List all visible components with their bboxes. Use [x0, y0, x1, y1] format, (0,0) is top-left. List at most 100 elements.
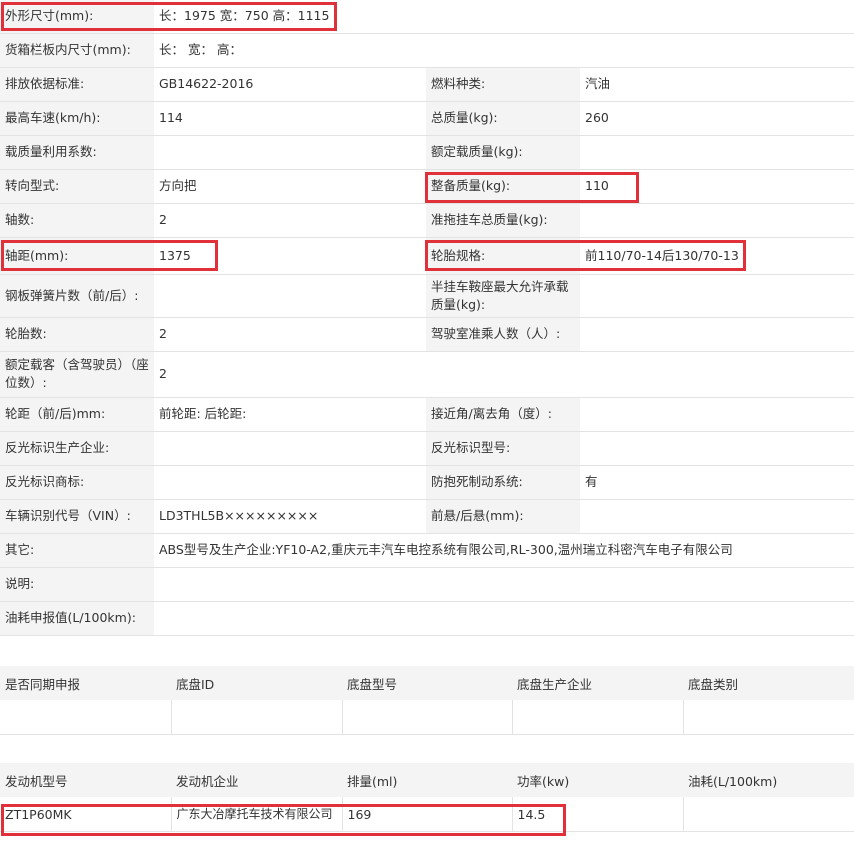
displacement-header: 排量(ml) — [342, 763, 512, 797]
abs-label: 防抱死制动系统: — [426, 465, 580, 500]
engine-table: 发动机型号 发动机企业 排量(ml) 功率(kw) 油耗(L/100km) ZT… — [0, 763, 854, 832]
approach-angle-value — [580, 397, 854, 432]
abs-value: 有 — [580, 465, 854, 500]
dimensions-value: 长：1975 宽：750 高：1115 — [154, 0, 854, 34]
approach-angle-label: 接近角/离去角（度）: — [426, 397, 580, 432]
chassis-id-header: 底盘ID — [171, 666, 342, 700]
cargo-box-value: 长： 宽： 高： — [154, 33, 854, 68]
chassis-same-period-header: 是否同期申报 — [0, 666, 171, 700]
track-width-value: 前轮距: 后轮距: — [154, 397, 426, 432]
spec-row-reflector-maker: 反光标识生产企业: 反光标识型号: — [0, 431, 854, 466]
cargo-box-label: 货箱栏板内尺寸(mm): — [0, 33, 154, 68]
spec-row-steering: 转向型式: 方向把 整备质量(kg): 110 — [0, 169, 854, 204]
chassis-model-cell — [342, 700, 513, 735]
spec-row-track: 轮距（前/后)mm: 前轮距: 后轮距: 接近角/离去角（度）: — [0, 397, 854, 432]
reflector-maker-value — [154, 431, 426, 466]
engine-model-cell: ZT1P60MK — [0, 797, 172, 832]
tire-spec-label: 轮胎规格: — [426, 237, 580, 275]
trailer-mass-label: 准拖挂车总质量(kg): — [426, 203, 580, 238]
tire-spec-value: 前110/70-14后130/70-13 — [580, 237, 854, 275]
displacement-cell: 169 — [342, 797, 513, 832]
chassis-model-header: 底盘型号 — [342, 666, 512, 700]
notes-label: 说明: — [0, 567, 154, 602]
curb-weight-value: 110 — [580, 169, 854, 204]
engine-header-row: 发动机型号 发动机企业 排量(ml) 功率(kw) 油耗(L/100km) — [0, 763, 854, 797]
fuel-type-label: 燃料种类: — [426, 67, 580, 102]
cab-occupancy-label: 驾驶室准乘人数（人）: — [426, 317, 580, 352]
spec-row-speed: 最高车速(km/h): 114 总质量(kg): 260 — [0, 101, 854, 136]
max-speed-label: 最高车速(km/h): — [0, 101, 154, 136]
vehicle-spec-page: 外形尺寸(mm): 长：1975 宽：750 高：1115 货箱栏板内尺寸(mm… — [0, 0, 854, 842]
passenger-capacity-label: 额定载客（含驾驶员）（座位数）: — [0, 351, 154, 398]
trailer-mass-value — [580, 203, 854, 238]
fuel-type-value: 汽油 — [580, 67, 854, 102]
max-speed-value: 114 — [154, 101, 426, 136]
spec-row-emission: 排放依据标准: GB14622-2016 燃料种类: 汽油 — [0, 67, 854, 102]
fuel-consumption-value — [154, 601, 854, 636]
rated-load-label: 额定载质量(kg): — [426, 135, 580, 170]
axle-count-value: 2 — [154, 203, 426, 238]
spec-table: 外形尺寸(mm): 长：1975 宽：750 高：1115 货箱栏板内尺寸(mm… — [0, 0, 854, 636]
spec-row-wheelbase: 轴距(mm): 1375 轮胎规格: 前110/70-14后130/70-13 — [0, 237, 854, 275]
spec-row-notes: 说明: — [0, 567, 854, 602]
wheelbase-label: 轴距(mm): — [0, 237, 154, 275]
spec-row-other: 其它: ABS型号及生产企业:YF10-A2,重庆元丰汽车电控系统有限公司,RL… — [0, 533, 854, 568]
chassis-type-cell — [683, 700, 854, 735]
chassis-type-header: 底盘类别 — [683, 666, 854, 700]
reflector-brand-value — [154, 465, 426, 500]
tire-count-value: 2 — [154, 317, 426, 352]
chassis-maker-header: 底盘生产企业 — [512, 666, 683, 700]
leaf-spring-value — [154, 274, 426, 318]
chassis-table: 是否同期申报 底盘ID 底盘型号 底盘生产企业 底盘类别 — [0, 666, 854, 735]
total-mass-label: 总质量(kg): — [426, 101, 580, 136]
engine-maker-cell: 广东大冶摩托车技术有限公司 — [171, 797, 343, 832]
dimensions-label: 外形尺寸(mm): — [0, 0, 154, 34]
curb-weight-label: 整备质量(kg): — [426, 169, 580, 204]
chassis-same-period-cell — [0, 700, 172, 735]
reflector-model-value — [580, 431, 854, 466]
chassis-maker-cell — [512, 700, 684, 735]
rated-load-value — [580, 135, 854, 170]
spec-row-axles: 轴数: 2 准拖挂车总质量(kg): — [0, 203, 854, 238]
axle-count-label: 轴数: — [0, 203, 154, 238]
cab-occupancy-value — [580, 317, 854, 352]
track-width-label: 轮距（前/后)mm: — [0, 397, 154, 432]
reflector-brand-label: 反光标识商标: — [0, 465, 154, 500]
other-value: ABS型号及生产企业:YF10-A2,重庆元丰汽车电控系统有限公司,RL-300… — [154, 533, 854, 568]
engine-data-row: ZT1P60MK 广东大冶摩托车技术有限公司 169 14.5 — [0, 797, 854, 832]
load-utilization-value — [154, 135, 426, 170]
spec-row-leaf-spring: 钢板弹簧片数（前/后）: 半挂车鞍座最大允许承载质量(kg): — [0, 274, 854, 318]
steering-label: 转向型式: — [0, 169, 154, 204]
spec-row-load: 载质量利用系数: 额定载质量(kg): — [0, 135, 854, 170]
overhang-value — [580, 499, 854, 534]
passenger-capacity-value: 2 — [154, 351, 854, 398]
spec-row-reflector-brand: 反光标识商标: 防抱死制动系统: 有 — [0, 465, 854, 500]
other-label: 其它: — [0, 533, 154, 568]
fuel-consumption-label: 油耗申报值(L/100km): — [0, 601, 154, 636]
chassis-data-row — [0, 700, 854, 735]
spec-row-fuel-consumption: 油耗申报值(L/100km): — [0, 601, 854, 636]
load-utilization-label: 载质量利用系数: — [0, 135, 154, 170]
power-cell: 14.5 — [512, 797, 684, 832]
notes-value — [154, 567, 854, 602]
tire-count-label: 轮胎数: — [0, 317, 154, 352]
steering-value: 方向把 — [154, 169, 426, 204]
spec-row-tires: 轮胎数: 2 驾驶室准乘人数（人）: — [0, 317, 854, 352]
reflector-model-label: 反光标识型号: — [426, 431, 580, 466]
chassis-id-cell — [171, 700, 343, 735]
engine-model-header: 发动机型号 — [0, 763, 171, 797]
vin-label: 车辆识别代号（VIN）: — [0, 499, 154, 534]
power-header: 功率(kw) — [512, 763, 683, 797]
saddle-load-label: 半挂车鞍座最大允许承载质量(kg): — [426, 274, 580, 318]
vin-value: LD3THL5B××××××××× — [154, 499, 426, 534]
emission-value: GB14622-2016 — [154, 67, 426, 102]
overhang-label: 前悬/后悬(mm): — [426, 499, 580, 534]
reflector-maker-label: 反光标识生产企业: — [0, 431, 154, 466]
spec-row-passengers: 额定载客（含驾驶员）（座位数）: 2 — [0, 351, 854, 398]
engine-maker-header: 发动机企业 — [171, 763, 342, 797]
leaf-spring-label: 钢板弹簧片数（前/后）: — [0, 274, 154, 318]
wheelbase-value: 1375 — [154, 237, 426, 275]
spec-row-vin: 车辆识别代号（VIN）: LD3THL5B××××××××× 前悬/后悬(mm)… — [0, 499, 854, 534]
engine-fuel-cell — [683, 797, 854, 832]
chassis-header-row: 是否同期申报 底盘ID 底盘型号 底盘生产企业 底盘类别 — [0, 666, 854, 700]
